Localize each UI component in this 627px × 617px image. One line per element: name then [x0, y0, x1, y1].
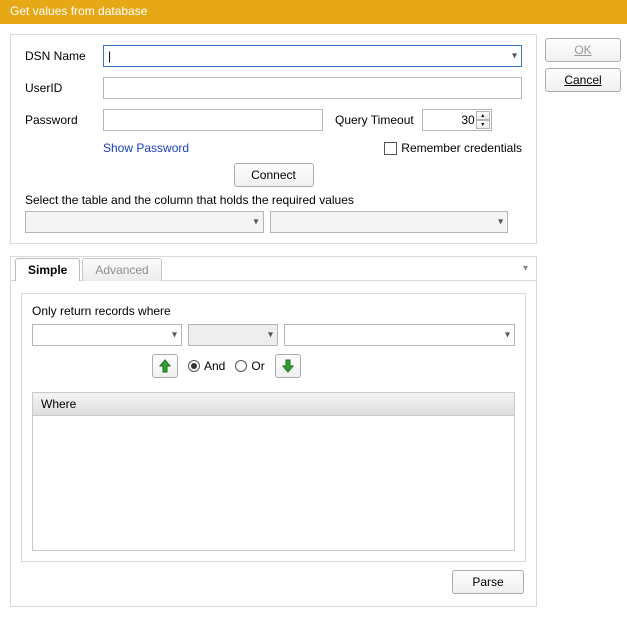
radio-selected-icon	[188, 360, 200, 372]
connection-panel: DSN Name | UserID Password Query Timeout…	[10, 34, 537, 244]
cancel-button[interactable]: Cancel	[545, 68, 621, 92]
chevron-down-icon	[505, 330, 510, 341]
chevron-down-icon	[172, 330, 177, 341]
where-column-header: Where	[33, 393, 514, 416]
query-tabs: Simple Advanced Only return records wher…	[10, 256, 537, 607]
move-down-button[interactable]	[275, 354, 301, 378]
filter-heading: Only return records where	[32, 304, 515, 318]
radio-icon	[235, 360, 247, 372]
dialog-title: Get values from database	[0, 0, 627, 24]
tab-body: Only return records where	[11, 281, 536, 606]
spinner-arrows[interactable]: ▴ ▾	[476, 111, 490, 129]
remember-label: Remember credentials	[401, 141, 522, 155]
password-label: Password	[25, 113, 95, 127]
chevron-down-icon	[498, 217, 503, 228]
connect-button[interactable]: Connect	[234, 163, 314, 187]
chevron-down-icon	[512, 51, 517, 62]
and-radio[interactable]: And	[188, 359, 225, 373]
tab-simple[interactable]: Simple	[15, 258, 80, 281]
dialog-window: Get values from database DSN Name | User…	[0, 0, 627, 617]
show-password-link[interactable]: Show Password	[103, 141, 189, 155]
timeout-label: Query Timeout	[335, 113, 414, 127]
parse-button[interactable]: Parse	[452, 570, 524, 594]
chevron-down-icon	[254, 217, 259, 228]
password-input[interactable]	[103, 109, 323, 131]
chevron-down-icon	[268, 330, 273, 341]
userid-input[interactable]	[103, 77, 522, 99]
spinner-down-icon[interactable]: ▾	[476, 120, 490, 129]
ok-button[interactable]: OK	[545, 38, 621, 62]
filter-panel: Only return records where	[21, 293, 526, 562]
tab-strip: Simple Advanced	[11, 257, 536, 281]
dsn-value: |	[108, 49, 111, 63]
arrow-down-icon	[282, 359, 294, 373]
where-grid[interactable]: Where	[32, 392, 515, 551]
move-up-button[interactable]	[152, 354, 178, 378]
where-value-combo[interactable]	[284, 324, 515, 346]
or-radio[interactable]: Or	[235, 359, 264, 373]
spinner-up-icon[interactable]: ▴	[476, 111, 490, 120]
userid-label: UserID	[25, 81, 95, 95]
timeout-spinner[interactable]: 30 ▴ ▾	[422, 109, 492, 131]
select-hint: Select the table and the column that hol…	[25, 193, 522, 207]
dsn-combo[interactable]: |	[103, 45, 522, 67]
main-column: DSN Name | UserID Password Query Timeout…	[10, 34, 537, 607]
dialog-body: DSN Name | UserID Password Query Timeout…	[0, 24, 627, 617]
where-operator-combo[interactable]	[188, 324, 278, 346]
table-combo[interactable]	[25, 211, 264, 233]
timeout-value: 30	[461, 113, 474, 127]
dsn-label: DSN Name	[25, 49, 95, 63]
side-column: OK Cancel	[545, 34, 621, 607]
tab-advanced[interactable]: Advanced	[82, 258, 161, 281]
tab-overflow-icon[interactable]	[523, 263, 528, 274]
remember-checkbox[interactable]: Remember credentials	[384, 141, 522, 155]
arrow-up-icon	[159, 359, 171, 373]
column-combo[interactable]	[270, 211, 509, 233]
checkbox-icon	[384, 142, 397, 155]
where-field-combo[interactable]	[32, 324, 182, 346]
